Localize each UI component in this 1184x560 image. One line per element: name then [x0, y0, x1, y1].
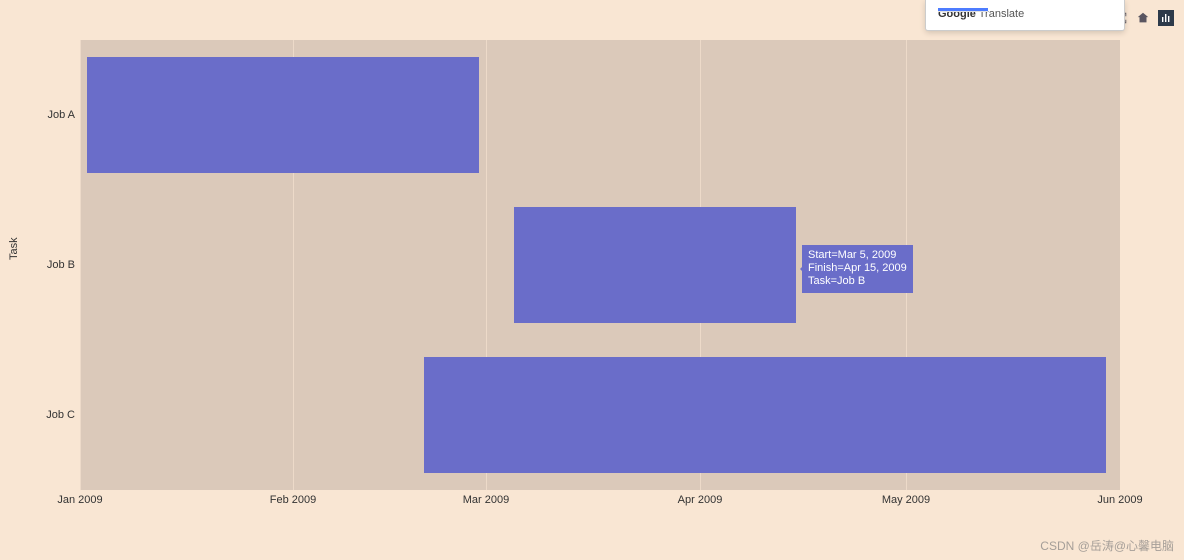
xtick: Feb 2009 [270, 494, 316, 506]
bar-job-c[interactable] [424, 357, 1106, 473]
xtick: Apr 2009 [678, 494, 723, 506]
ytick-job-b: Job B [25, 259, 75, 271]
gridline [1120, 40, 1121, 490]
xtick: Jun 2009 [1097, 494, 1142, 506]
xtick: Jan 2009 [57, 494, 102, 506]
gridline [80, 40, 81, 490]
xtick: May 2009 [882, 494, 930, 506]
ytick-job-a: Job A [25, 109, 75, 121]
gantt-chart: Task Job A Job B Job C Jan 2009 Feb 2009… [0, 0, 1184, 560]
translate-accent-bar [938, 8, 988, 12]
tooltip-line-finish: Finish=Apr 15, 2009 [808, 262, 907, 275]
ytick-job-c: Job C [25, 409, 75, 421]
y-axis-label: Task [8, 237, 20, 260]
tooltip-line-start: Start=Mar 5, 2009 [808, 249, 907, 262]
watermark: CSDN @岳涛@心馨电脑 [1040, 537, 1174, 554]
bar-job-b[interactable] [514, 207, 796, 323]
tooltip-line-task: Task=Job B [808, 275, 907, 288]
bar-job-a[interactable] [87, 57, 479, 173]
plotly-logo-icon[interactable] [1158, 10, 1174, 26]
xtick: Mar 2009 [463, 494, 509, 506]
google-translate-popup[interactable]: Google Translate [925, 0, 1125, 31]
home-icon[interactable] [1136, 11, 1150, 25]
hover-tooltip: Start=Mar 5, 2009 Finish=Apr 15, 2009 Ta… [802, 245, 913, 293]
